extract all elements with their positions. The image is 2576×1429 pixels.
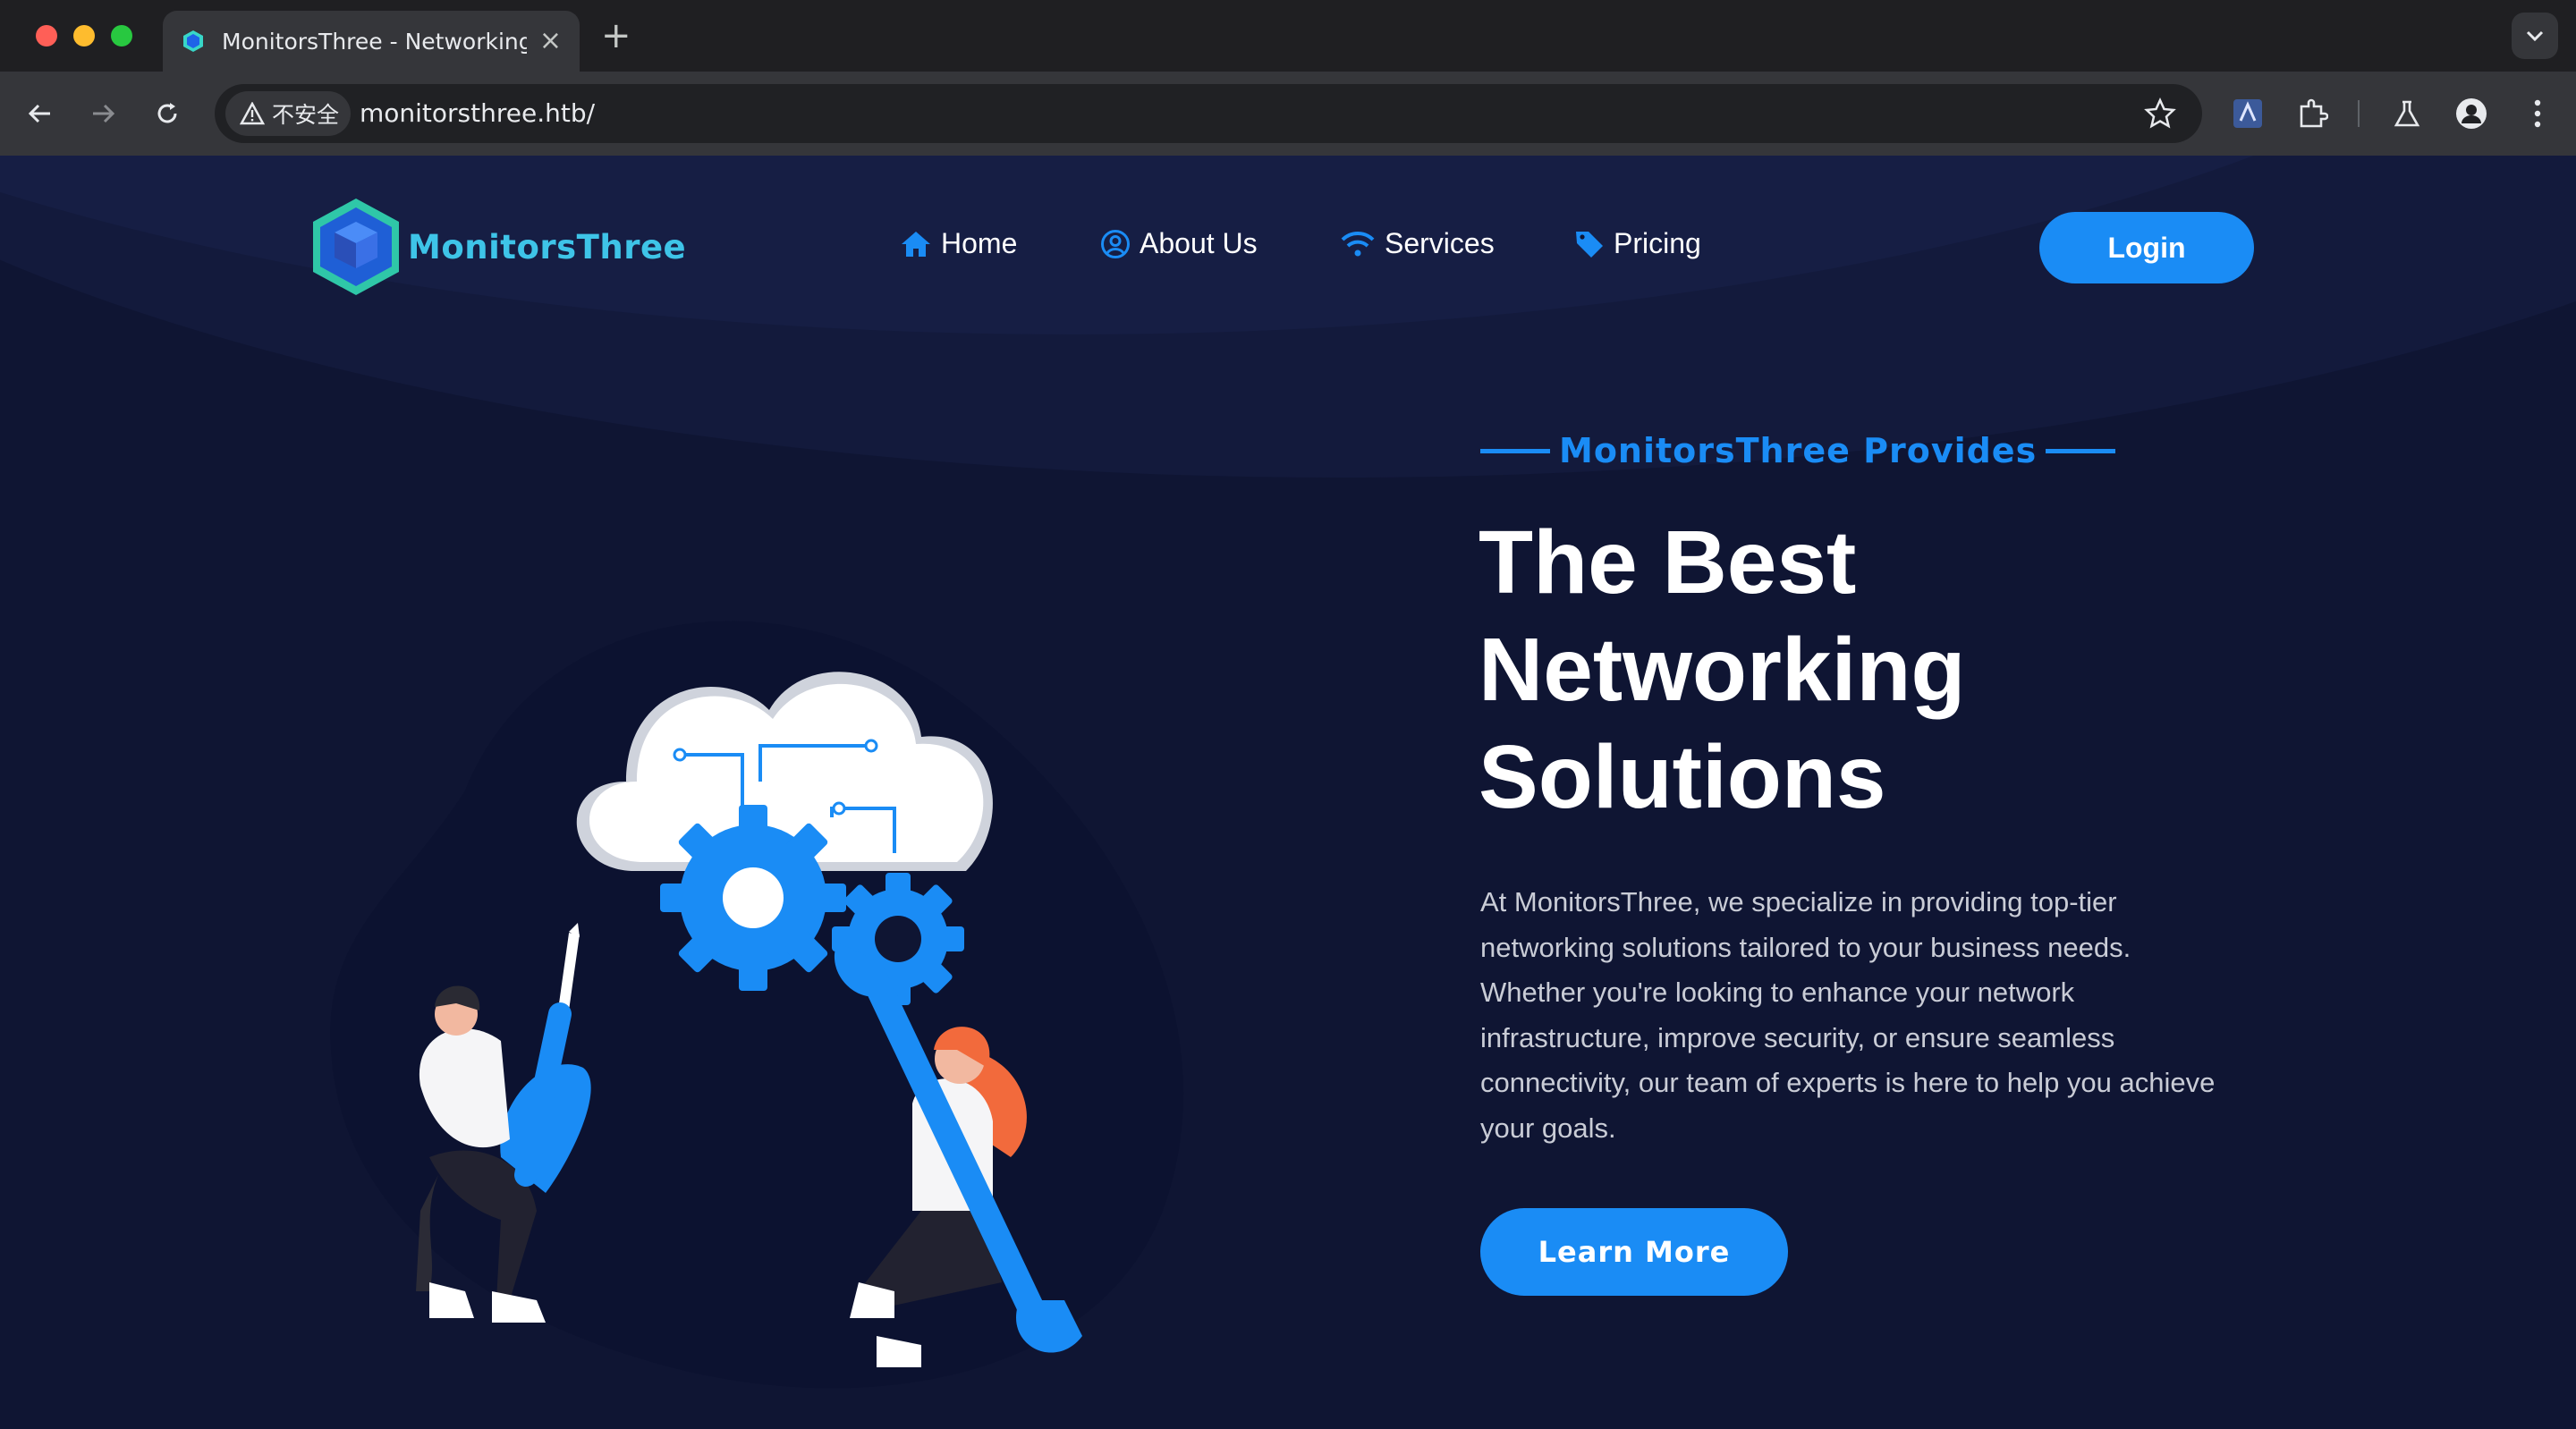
tab-active[interactable]: MonitorsThree - Networking × [163,11,580,72]
tab-close-icon[interactable]: × [539,28,562,55]
tab-bar: MonitorsThree - Networking × + [0,0,2576,72]
login-button[interactable]: Login [2039,212,2254,283]
star-icon[interactable] [2143,97,2177,131]
kebab-menu-icon [2534,99,2541,128]
window-controls [36,25,132,47]
translate-extension-button[interactable] [2227,93,2268,134]
security-label: 不安全 [272,102,340,128]
profile-icon [2456,98,2487,129]
nav-services-label: Services [1385,227,1495,259]
labs-icon [2394,100,2420,127]
nav-about[interactable]: About Us [1100,227,1258,260]
minimize-window-button[interactable] [73,25,95,47]
user-circle-icon [1101,229,1130,258]
url-text[interactable]: monitorsthree.htb/ [360,98,595,128]
home-icon [902,231,930,257]
translate-icon [2233,99,2262,128]
site-logo[interactable]: MonitorsThree [309,197,686,297]
arrow-left-icon [28,104,50,123]
extensions-button[interactable] [2292,93,2333,134]
nav-home[interactable]: Home [900,227,1017,260]
eyebrow-line-left [1480,448,1550,453]
headline-line: Networking [1479,620,1966,720]
extension-icon [2300,98,2328,128]
security-indicator[interactable]: 不安全 [225,91,351,136]
maximize-window-button[interactable] [111,25,132,47]
description-line: At MonitorsThree, we specialize in provi… [1480,886,2117,917]
site-header: MonitorsThree Home About Us Services Pri… [0,156,2576,334]
address-bar[interactable]: 不安全 monitorsthree.htb/ [215,84,2202,143]
reload-icon [157,103,177,123]
chevron-down-icon [2526,30,2544,42]
learn-more-button[interactable]: Learn More [1480,1208,1788,1296]
site-favicon-icon [183,30,203,52]
logo-text: MonitorsThree [408,227,687,266]
tag-icon [1576,231,1603,258]
toolbar-separator [2358,100,2360,127]
description-line: your goals. [1480,1112,1616,1144]
nav-about-label: About Us [1140,227,1258,259]
headline-line: The Best [1479,512,1857,613]
logo-hexagon-icon [313,199,399,295]
web-page: MonitorsThree Home About Us Services Pri… [0,156,2576,1429]
nav-pricing[interactable]: Pricing [1574,227,1701,260]
reload-button[interactable] [145,91,190,136]
forward-button[interactable] [80,91,125,136]
tab-search-button[interactable] [2512,13,2558,59]
description-line: connectivity, our team of experts is her… [1480,1067,2216,1098]
close-window-button[interactable] [36,25,57,47]
profile-button[interactable] [2451,93,2492,134]
gear-icon [660,805,846,991]
description-line: networking solutions tailored to your bu… [1480,931,2131,963]
hero-headline: The Best Networking Solutions [1479,509,2284,831]
nav-pricing-label: Pricing [1614,227,1701,259]
tab-title: MonitorsThree - Networking [222,28,527,55]
eyebrow-text: MonitorsThree Provides [1559,431,2038,470]
back-button[interactable] [18,91,63,136]
hero-eyebrow: MonitorsThree Provides [1480,431,2116,470]
eyebrow-line-right [2046,448,2116,453]
labs-button[interactable] [2386,93,2428,134]
arrow-right-icon [93,104,115,123]
headline-line: Solutions [1479,727,1886,827]
hero-description: At MonitorsThree, we specialize in provi… [1480,880,2267,1151]
wifi-icon [1341,231,1375,256]
browser-chrome: MonitorsThree - Networking × + 不安全 monit… [0,0,2576,156]
description-line: infrastructure, improve security, or ens… [1480,1021,2115,1053]
hero-illustration [330,621,1184,1389]
browser-menu-button[interactable] [2517,93,2558,134]
nav-services[interactable]: Services [1340,227,1495,260]
nav-home-label: Home [941,227,1018,259]
warning-icon [240,102,265,125]
browser-toolbar: 不安全 monitorsthree.htb/ [0,72,2576,156]
description-line: Whether you're looking to enhance your n… [1480,977,2075,1008]
new-tab-button[interactable]: + [601,16,631,55]
